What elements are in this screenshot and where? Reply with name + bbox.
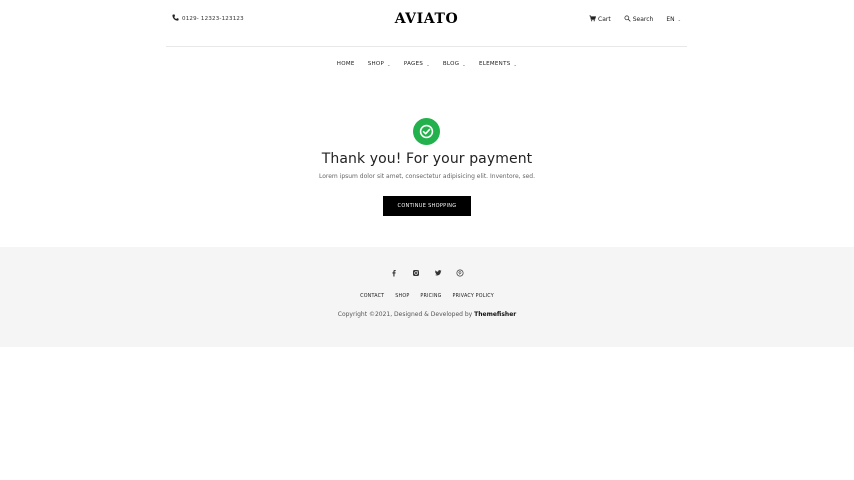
top-header: 0129- 12323-123123 AVIATO Cart Search EN…: [166, 0, 687, 47]
twitter-icon[interactable]: [434, 268, 443, 277]
nav-item-label: BLOG: [442, 61, 460, 67]
cart-label: Cart: [598, 16, 611, 23]
nav-item-home[interactable]: HOME: [337, 61, 355, 67]
chevron-down-icon: ⌄: [387, 61, 391, 67]
cart-icon: [589, 15, 597, 24]
page-title: Thank you! For your payment: [321, 151, 533, 167]
copyright-brand-link[interactable]: Themefisher: [474, 311, 516, 318]
language-label: EN: [666, 16, 675, 23]
copyright-text: Copyright ©2021, Designed & Developed by: [337, 311, 475, 318]
chevron-down-icon: ⌄: [462, 61, 466, 67]
search-icon: [624, 15, 631, 24]
nav-item-pages[interactable]: PAGES ⌄: [404, 61, 430, 67]
footer-link-contact[interactable]: CONTACT: [360, 294, 384, 299]
footer-link-pricing[interactable]: PRICING: [420, 294, 441, 299]
nav-item-label: PAGES: [403, 61, 424, 67]
nav-item-shop[interactable]: SHOP ⌄: [368, 61, 391, 67]
nav-item-blog[interactable]: BLOG ⌄: [443, 61, 466, 67]
main-navigation: HOME SHOP ⌄ PAGES ⌄ BLOG ⌄ ELEMENTS ⌄: [0, 61, 854, 67]
language-selector[interactable]: EN ⌄: [666, 16, 681, 23]
copyright: Copyright ©2021, Designed & Developed by…: [0, 311, 854, 318]
pinterest-icon[interactable]: [456, 268, 465, 277]
check-circle-icon: [413, 118, 440, 145]
footer-link-privacy-policy[interactable]: PRIVACY POLICY: [453, 294, 494, 299]
page: 0129- 12323-123123 AVIATO Cart Search EN…: [0, 0, 854, 480]
chevron-down-icon: ⌄: [426, 61, 430, 67]
social-links: [0, 268, 854, 277]
nav-item-label: SHOP: [367, 61, 385, 67]
facebook-icon[interactable]: [390, 268, 399, 277]
cart-link[interactable]: Cart: [589, 15, 611, 24]
header-actions: Cart Search EN ⌄: [589, 15, 681, 24]
chevron-down-icon: ⌄: [513, 61, 518, 67]
footer-links: CONTACT SHOP PRICING PRIVACY POLICY: [0, 294, 854, 299]
nav-item-label: HOME: [336, 61, 355, 67]
search-link[interactable]: Search: [624, 15, 654, 24]
continue-shopping-button[interactable]: CONTINUE SHOPPING: [383, 196, 471, 216]
footer: CONTACT SHOP PRICING PRIVACY POLICY Copy…: [0, 247, 854, 347]
nav-item-label: ELEMENTS: [478, 61, 511, 67]
footer-link-shop[interactable]: SHOP: [395, 294, 409, 299]
chevron-down-icon: ⌄: [677, 17, 681, 22]
instagram-icon[interactable]: [412, 268, 421, 277]
search-label: Search: [632, 16, 654, 23]
nav-item-elements[interactable]: ELEMENTS ⌄: [479, 61, 517, 67]
page-subtitle: Lorem ipsum dolor sit amet, consectetur …: [318, 173, 536, 180]
